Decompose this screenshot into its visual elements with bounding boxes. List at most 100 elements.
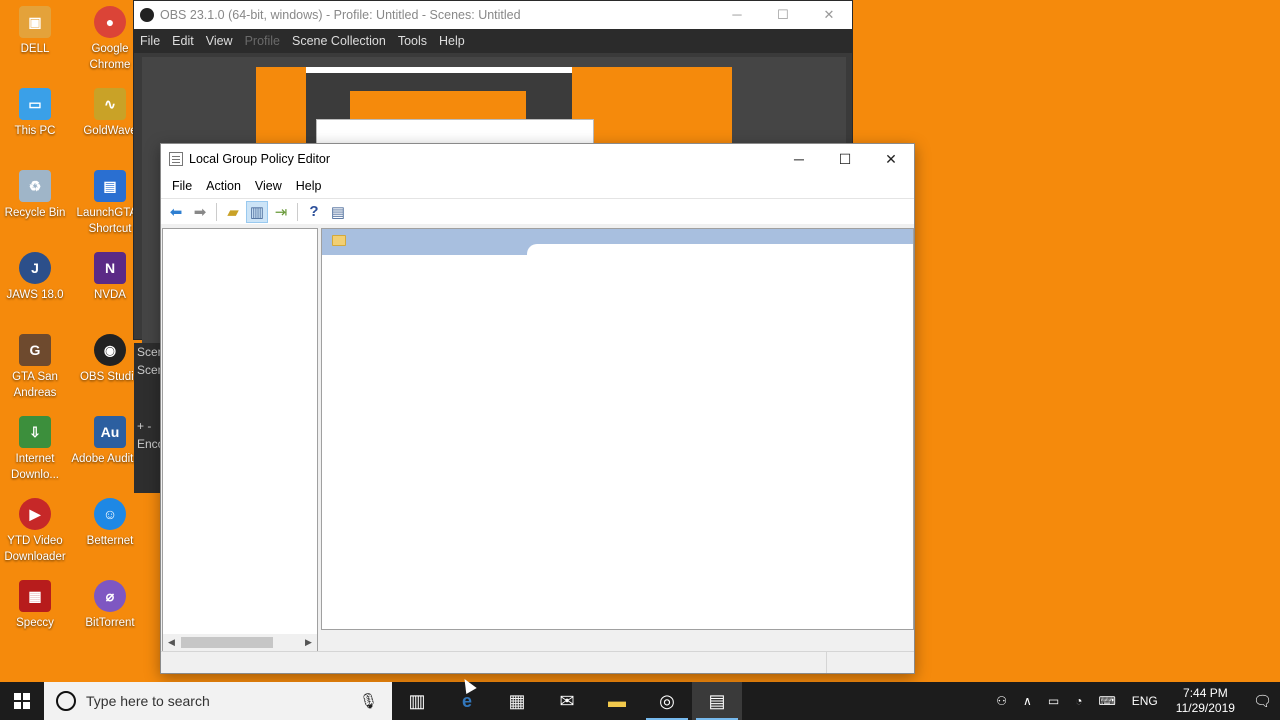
desktop-icon-gta-sa[interactable]: G GTA San Andreas	[0, 334, 74, 401]
details-pane[interactable]	[321, 228, 914, 630]
obs-logo-icon	[140, 8, 154, 22]
desktop-icon-bittorrent[interactable]: ⌀ BitTorrent	[71, 580, 149, 631]
close-button[interactable]: ✕	[868, 144, 914, 174]
desktop-icon-ytd[interactable]: ▶ YTD Video Downloader	[0, 498, 74, 565]
task-view-icon[interactable]: ▥	[392, 682, 442, 720]
obs-maximize-button[interactable]: ☐	[760, 7, 806, 23]
help-icon[interactable]: ?	[303, 201, 325, 223]
export-list-icon[interactable]: ⇥	[270, 201, 292, 223]
obs-menu-edit[interactable]: Edit	[166, 34, 200, 48]
search-placeholder: Type here to search	[86, 693, 210, 709]
obs-menu-tools[interactable]: Tools	[392, 34, 433, 48]
desktop-icon-recycle-bin[interactable]: ♻ Recycle Bin	[0, 170, 74, 221]
desktop-icon-jaws[interactable]: J JAWS 18.0	[0, 252, 74, 303]
scroll-left-arrow-icon[interactable]: ◀	[163, 637, 180, 648]
launch-gta-icon: ▤	[94, 170, 126, 202]
idm-icon: ⇩	[19, 416, 51, 448]
show-hide-tree-icon[interactable]: ▥	[246, 200, 268, 223]
start-button[interactable]	[0, 682, 44, 720]
maximize-button[interactable]: ☐	[822, 144, 868, 174]
gpe-body: ◀ ▶	[161, 226, 914, 652]
menu-action[interactable]: Action	[199, 179, 248, 193]
microphone-icon[interactable]: 🎙	[359, 692, 378, 710]
scroll-right-arrow-icon[interactable]: ▶	[300, 637, 317, 648]
menu-help[interactable]: Help	[289, 179, 329, 193]
wifi-icon[interactable]: ◔	[1067, 694, 1090, 708]
file-explorer-icon[interactable]: ▬	[592, 682, 642, 720]
obs-minimize-button[interactable]: ─	[714, 7, 760, 23]
obs-menu-scene-collection[interactable]: Scene Collection	[286, 34, 392, 48]
cortana-icon[interactable]	[56, 691, 76, 711]
obs-scenes-header: Scen	[137, 345, 161, 359]
taskbar-search-box[interactable]: Type here to search 🎙	[44, 682, 392, 720]
desktop-icon-speccy[interactable]: ▦ Speccy	[0, 580, 74, 631]
language-indicator[interactable]: ENG	[1124, 694, 1166, 708]
up-folder-icon[interactable]: ▰	[222, 201, 244, 223]
gpe-title-bar[interactable]: Local Group Policy Editor ─ ☐ ✕	[161, 144, 914, 174]
chrome-icon: ●	[94, 6, 126, 38]
obs-menu-file[interactable]: File	[134, 34, 166, 48]
bittorrent-icon: ⌀	[94, 580, 126, 612]
speccy-icon: ▦	[19, 580, 51, 612]
gpe-app-icon	[169, 152, 183, 166]
desktop-icon-idm[interactable]: ⇩ Internet Downlo...	[0, 416, 74, 483]
clock-time: 7:44 PM	[1183, 686, 1228, 700]
group-policy-taskbar-icon[interactable]: ▤	[692, 682, 742, 720]
obs-taskbar-icon[interactable]: ◎	[642, 682, 692, 720]
desktop-icon-betternet[interactable]: ☺ Betternet	[71, 498, 149, 549]
mail-icon[interactable]: ✉	[542, 682, 592, 720]
show-hidden-icons-icon[interactable]: ∧	[1015, 694, 1040, 708]
header-notch	[527, 244, 913, 255]
clock-date: 11/29/2019	[1175, 701, 1235, 715]
people-icon[interactable]: ⚇	[988, 694, 1015, 708]
minimize-button[interactable]: ─	[776, 144, 822, 174]
details-header	[322, 229, 913, 255]
nvda-icon: N	[94, 252, 126, 284]
horizontal-scrollbar[interactable]: ◀ ▶	[163, 634, 317, 651]
obs-title-bar[interactable]: OBS 23.1.0 (64-bit, windows) - Profile: …	[134, 1, 852, 29]
obs-menu-bar: File Edit View Profile Scene Collection …	[134, 29, 852, 53]
dell-folder-icon: ▣	[19, 6, 51, 38]
gta-icon: G	[19, 334, 51, 366]
action-center-icon[interactable]: 🗨	[1245, 692, 1280, 710]
battery-icon[interactable]: ▭	[1040, 694, 1067, 708]
desktop-icon-this-pc[interactable]: ▭ This PC	[0, 88, 74, 139]
goldwave-icon: ∿	[94, 88, 126, 120]
menu-view[interactable]: View	[248, 179, 289, 193]
store-icon[interactable]: ▦	[492, 682, 542, 720]
obs-menu-view[interactable]: View	[200, 34, 239, 48]
forward-arrow-icon[interactable]: ➡	[189, 201, 211, 223]
obs-scenes-dock: Scen Scen + - Enco	[134, 343, 161, 493]
gpe-title: Local Group Policy Editor	[189, 152, 331, 166]
obs-add-remove-buttons[interactable]: + -	[134, 417, 161, 435]
obs-preview-capture	[256, 67, 732, 145]
scroll-thumb[interactable]	[181, 637, 273, 648]
nested-gpe-window	[316, 119, 594, 145]
obs-menu-profile: Profile	[244, 34, 281, 48]
obs-encoding-label: Enco	[137, 437, 161, 451]
status-bar	[161, 651, 914, 673]
recycle-bin-icon: ♻	[19, 170, 51, 202]
taskbar: Type here to search 🎙 ▥ e ▦ ✉ ▬ ◎ ▤ ⚇ ∧ …	[0, 682, 1280, 720]
status-segment	[161, 652, 827, 673]
gpe-toolbar: ⬅ ➡ ▰ ▥ ⇥ ? ▤	[161, 198, 914, 224]
keyboard-icon[interactable]: ⌨	[1090, 694, 1123, 708]
ytd-icon: ▶	[19, 498, 51, 530]
group-policy-editor-window[interactable]: Local Group Policy Editor ─ ☐ ✕ File Act…	[160, 143, 915, 674]
obs-close-button[interactable]: ✕	[806, 7, 852, 23]
betternet-icon: ☺	[94, 498, 126, 530]
obs-scenes-item[interactable]: Scen	[134, 361, 161, 379]
status-segment	[827, 652, 914, 673]
clock[interactable]: 7:44 PM 11/29/2019	[1166, 686, 1245, 716]
properties-pane-icon[interactable]: ▤	[327, 201, 349, 223]
toolbar-separator	[297, 202, 298, 221]
desktop-icon-dell[interactable]: ▣ DELL	[0, 6, 74, 57]
folder-icon	[332, 235, 346, 246]
obs-menu-help[interactable]: Help	[433, 34, 471, 48]
menu-file[interactable]: File	[165, 179, 199, 193]
back-arrow-icon[interactable]: ⬅	[165, 201, 187, 223]
obs-icon: ◉	[94, 334, 126, 366]
obs-title: OBS 23.1.0 (64-bit, windows) - Profile: …	[160, 8, 521, 22]
console-tree-pane[interactable]: ◀ ▶	[162, 228, 318, 652]
adobe-audition-icon: Au	[94, 416, 126, 448]
